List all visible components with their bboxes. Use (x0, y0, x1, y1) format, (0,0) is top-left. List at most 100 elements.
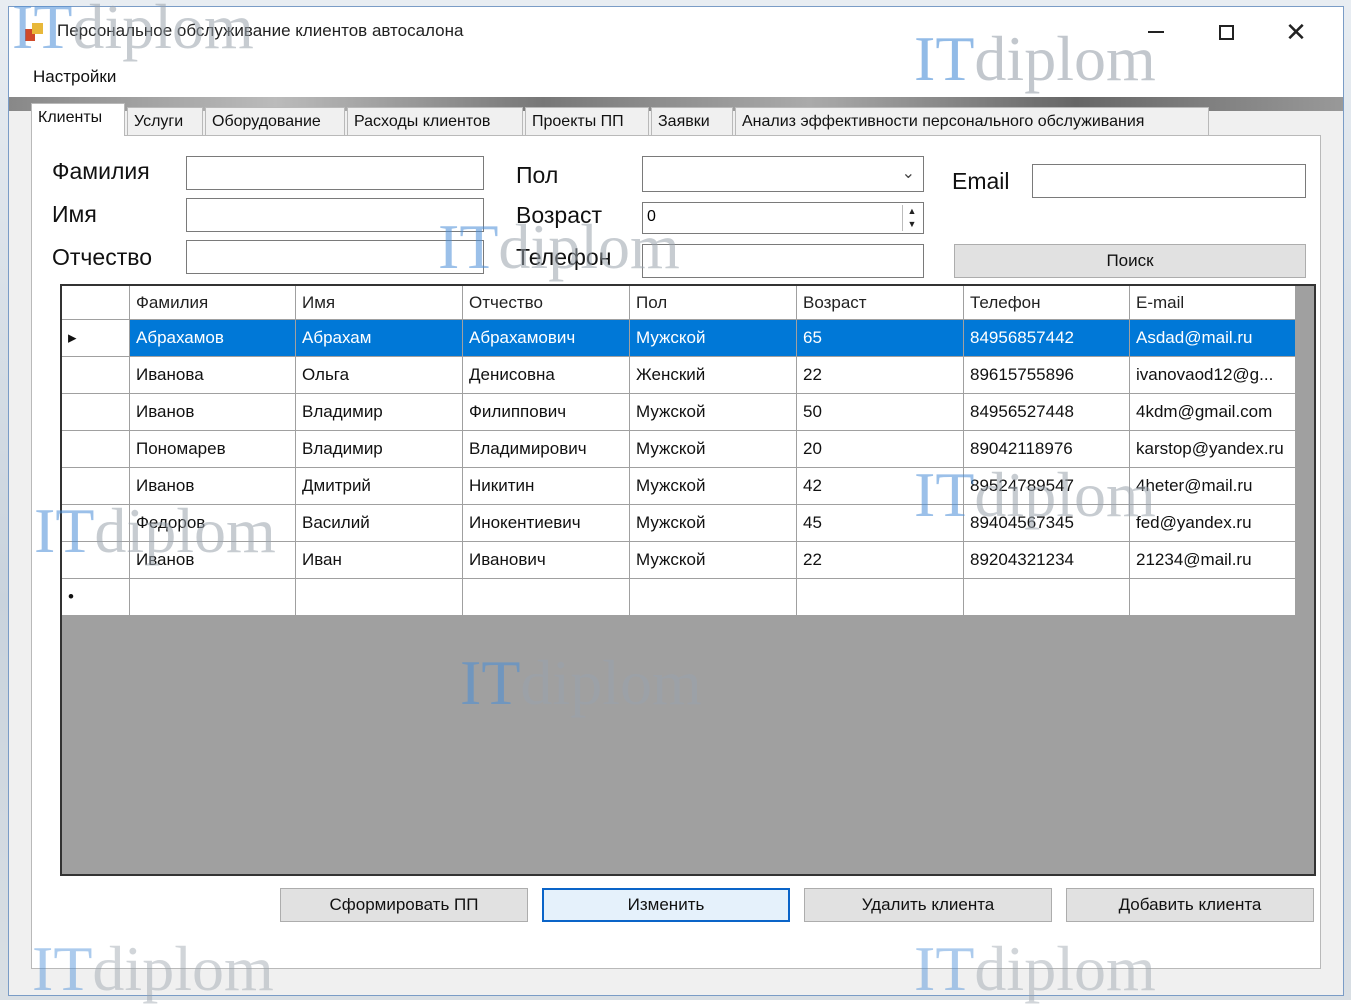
maximize-button[interactable] (1191, 7, 1261, 57)
clients-grid[interactable]: Фамилия Имя Отчество Пол Возраст Телефон… (60, 284, 1316, 876)
table-cell[interactable]: 21234@mail.ru (1130, 542, 1296, 579)
table-cell[interactable]: Владимир (296, 431, 463, 468)
table-cell[interactable]: Абрахам (296, 320, 463, 357)
phone-input[interactable] (642, 244, 924, 278)
table-cell[interactable]: Иванова (130, 357, 296, 394)
row-header[interactable] (62, 542, 130, 579)
table-cell[interactable]: Владимир (296, 394, 463, 431)
tab-equipment[interactable]: Оборудование (205, 107, 345, 135)
table-cell[interactable]: 65 (797, 320, 964, 357)
table-cell[interactable] (296, 579, 463, 616)
generate-pp-button[interactable]: Сформировать ПП (280, 888, 528, 922)
table-cell[interactable]: 89204321234 (964, 542, 1130, 579)
table-cell[interactable]: 50 (797, 394, 964, 431)
table-cell[interactable]: Иванович (463, 542, 630, 579)
table-cell[interactable] (130, 579, 296, 616)
table-cell[interactable]: Мужской (630, 431, 797, 468)
table-cell[interactable]: Пономарев (130, 431, 296, 468)
table-cell[interactable]: Мужской (630, 505, 797, 542)
stepper-up-icon[interactable]: ▲ (903, 205, 921, 218)
table-cell[interactable] (1130, 579, 1296, 616)
table-cell[interactable]: Абрахамов (130, 320, 296, 357)
tab-clients[interactable]: Клиенты (31, 103, 125, 136)
table-cell[interactable]: 45 (797, 505, 964, 542)
table-cell[interactable]: Василий (296, 505, 463, 542)
grid-scrollbar[interactable] (1296, 286, 1314, 874)
table-cell[interactable]: ivanovaod12@g... (1130, 357, 1296, 394)
tab-client-expenses[interactable]: Расходы клиентов (347, 107, 523, 135)
column-header[interactable]: E-mail (1130, 286, 1296, 320)
add-client-button[interactable]: Добавить клиента (1066, 888, 1314, 922)
tab-requests[interactable]: Заявки (651, 107, 733, 135)
column-header[interactable]: Возраст (797, 286, 964, 320)
column-header[interactable]: Телефон (964, 286, 1130, 320)
minimize-button[interactable] (1121, 7, 1191, 57)
search-button[interactable]: Поиск (954, 244, 1306, 278)
table-cell[interactable]: Мужской (630, 320, 797, 357)
name-input[interactable] (186, 198, 484, 232)
table-cell[interactable]: Мужской (630, 542, 797, 579)
table-cell[interactable]: Asdad@mail.ru (1130, 320, 1296, 357)
table-cell[interactable]: 22 (797, 542, 964, 579)
gender-select[interactable]: ⌄ (642, 156, 924, 192)
table-cell[interactable]: 89524789547 (964, 468, 1130, 505)
table-cell[interactable] (964, 579, 1130, 616)
column-header[interactable]: Пол (630, 286, 797, 320)
table-cell[interactable]: fed@yandex.ru (1130, 505, 1296, 542)
row-header[interactable] (62, 357, 130, 394)
close-button[interactable]: ✕ (1261, 7, 1331, 57)
table-cell[interactable]: karstop@yandex.ru (1130, 431, 1296, 468)
row-header[interactable] (62, 394, 130, 431)
table-cell[interactable]: Мужской (630, 468, 797, 505)
table-cell[interactable]: Инокентиевич (463, 505, 630, 542)
row-header[interactable] (62, 505, 130, 542)
table-cell[interactable]: Владимирович (463, 431, 630, 468)
surname-input[interactable] (186, 156, 484, 190)
table-cell[interactable] (463, 579, 630, 616)
table-cell[interactable]: 89404567345 (964, 505, 1130, 542)
table-cell[interactable]: Денисовна (463, 357, 630, 394)
column-header[interactable]: Имя (296, 286, 463, 320)
table-cell[interactable]: Иванов (130, 542, 296, 579)
table-cell[interactable]: Филиппович (463, 394, 630, 431)
tab-services[interactable]: Услуги (127, 107, 203, 135)
table-cell[interactable]: 42 (797, 468, 964, 505)
table-cell[interactable] (797, 579, 964, 616)
email-input[interactable] (1032, 164, 1306, 198)
age-stepper[interactable]: 0 ▲ ▼ (642, 202, 924, 234)
table-cell[interactable]: 84956857442 (964, 320, 1130, 357)
table-cell[interactable]: Женский (630, 357, 797, 394)
column-header[interactable]: Фамилия (130, 286, 296, 320)
table-cell[interactable]: 22 (797, 357, 964, 394)
table-cell[interactable]: 84956527448 (964, 394, 1130, 431)
table-cell[interactable]: Иван (296, 542, 463, 579)
table-cell[interactable]: Ольга (296, 357, 463, 394)
table-cell[interactable]: Иванов (130, 468, 296, 505)
delete-client-button[interactable]: Удалить клиента (804, 888, 1052, 922)
table-cell[interactable]: Иванов (130, 394, 296, 431)
table-cell[interactable]: 20 (797, 431, 964, 468)
table-cell[interactable]: Никитин (463, 468, 630, 505)
row-header[interactable] (62, 431, 130, 468)
table-cell[interactable]: Абрахамович (463, 320, 630, 357)
table-cell[interactable]: Мужской (630, 394, 797, 431)
row-header[interactable] (62, 468, 130, 505)
edit-button[interactable]: Изменить (542, 888, 790, 922)
row-header[interactable]: ▸ (62, 320, 130, 357)
table-cell[interactable]: 4kdm@gmail.com (1130, 394, 1296, 431)
table-cell[interactable]: Федоров (130, 505, 296, 542)
table-cell[interactable]: Дмитрий (296, 468, 463, 505)
table-cell[interactable]: 4heter@mail.ru (1130, 468, 1296, 505)
column-header[interactable]: Отчество (463, 286, 630, 320)
table-cell[interactable]: 89615755896 (964, 357, 1130, 394)
table-cell[interactable] (630, 579, 797, 616)
maximize-icon (1218, 24, 1234, 40)
tab-projects[interactable]: Проекты ПП (525, 107, 649, 135)
stepper-arrows[interactable]: ▲ ▼ (902, 205, 921, 231)
stepper-down-icon[interactable]: ▼ (903, 218, 921, 231)
table-cell[interactable]: 89042118976 (964, 431, 1130, 468)
menu-settings[interactable]: Настройки (33, 67, 116, 87)
row-header[interactable]: • (62, 579, 130, 616)
tab-efficiency-analysis[interactable]: Анализ эффективности персонального обслу… (735, 107, 1209, 135)
patronymic-input[interactable] (186, 240, 484, 274)
